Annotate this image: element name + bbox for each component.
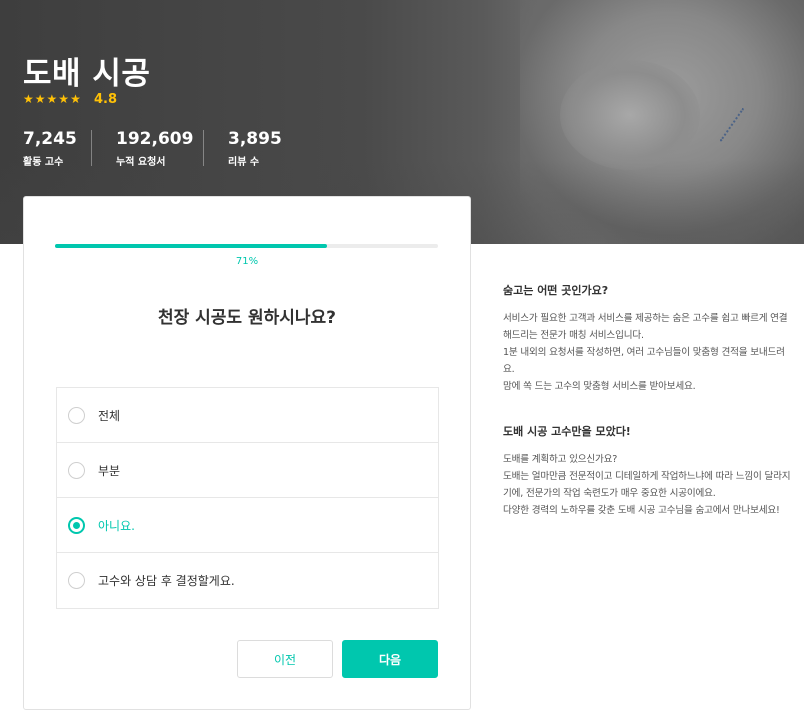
next-button[interactable]: 다음 — [342, 640, 438, 678]
star-icon: ★ — [46, 92, 58, 106]
stat-label: 리뷰 수 — [228, 157, 260, 168]
option-consult[interactable]: 고수와 상담 후 결정할게요. — [57, 553, 438, 608]
option-label: 고수와 상담 후 결정할게요. — [98, 574, 235, 588]
stat-label: 누적 요청서 — [116, 157, 166, 168]
category-section: 도배 시공 고수만을 모았다! 도배를 계획하고 있으신가요? 도배는 얼마만큼… — [503, 423, 795, 519]
about-text: 맘에 쏙 드는 고수의 맞춤형 서비스를 받아보세요. — [503, 381, 696, 392]
stat-total-requests: 192,609 누적 요청서 — [116, 129, 193, 168]
progress-bar — [55, 244, 438, 248]
radio-icon[interactable] — [68, 461, 85, 479]
radio-icon-selected[interactable] — [68, 516, 85, 534]
progress-fill — [55, 244, 327, 248]
rating-value: 4.8 — [94, 92, 118, 107]
category-text: 도배는 얼마만큼 전문적이고 디테일하게 작업하느냐에 따라 느낌이 달라지기에… — [503, 471, 791, 499]
option-partial[interactable]: 부분 — [57, 443, 438, 498]
question-card: 71% 천장 시공도 원하시나요? 전체 부분 아니요. 고수와 상담 후 결정… — [23, 196, 471, 710]
stat-value: 3,895 — [228, 129, 282, 149]
about-text: 서비스가 필요한 고객과 서비스를 제공하는 숨은 고수를 쉽고 빠르게 연결해… — [503, 313, 788, 341]
stat-divider — [91, 130, 92, 166]
about-title: 숨고는 어떤 곳인가요? — [503, 284, 609, 297]
stat-reviews: 3,895 리뷰 수 — [228, 129, 282, 168]
option-label: 전체 — [98, 408, 121, 423]
option-label: 아니요. — [98, 518, 135, 533]
option-no[interactable]: 아니요. — [57, 498, 438, 553]
radio-icon[interactable] — [68, 406, 85, 424]
radio-icon[interactable] — [68, 572, 85, 589]
category-text: 도배를 계획하고 있으신가요? — [503, 454, 618, 465]
about-text: 1분 내외의 요청서를 작성하면, 여러 고수님들이 맞춤형 견적을 보내드려요… — [503, 347, 785, 375]
option-all[interactable]: 전체 — [57, 388, 438, 443]
star-icon: ★ — [70, 92, 81, 106]
star-icon: ★ — [58, 92, 70, 106]
option-list: 전체 부분 아니요. 고수와 상담 후 결정할게요. — [56, 387, 439, 609]
category-title: 도배 시공 고수만을 모았다! — [503, 425, 631, 438]
rating-stars: ★ ★ ★ ★ ★ — [23, 92, 81, 107]
stat-value: 192,609 — [116, 129, 194, 149]
option-label: 부분 — [98, 463, 121, 478]
stat-label: 활동 고수 — [23, 157, 64, 168]
category-text: 다양한 경력의 노하우를 갖춘 도배 시공 고수님을 숨고에서 만나보세요! — [503, 505, 780, 516]
progress-percent: 71% — [235, 256, 259, 267]
glove-image-highlight — [560, 60, 700, 170]
page-title: 도배 시공 — [23, 56, 151, 92]
prev-button[interactable]: 이전 — [237, 640, 333, 678]
stat-divider — [203, 130, 204, 166]
star-icon: ★ — [34, 92, 46, 106]
star-icon: ★ — [23, 92, 34, 106]
stat-active-pros: 7,245 활동 고수 — [23, 129, 77, 168]
question-title: 천장 시공도 원하시나요? — [157, 308, 337, 328]
about-section: 숨고는 어떤 곳인가요? 서비스가 필요한 고객과 서비스를 제공하는 숨은 고… — [503, 282, 795, 395]
stat-value: 7,245 — [23, 129, 77, 149]
